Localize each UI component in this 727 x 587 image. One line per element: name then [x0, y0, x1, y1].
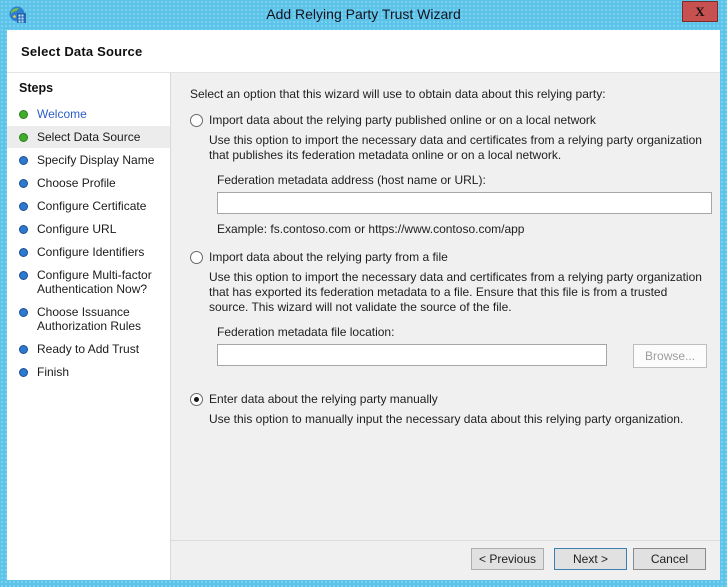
step-status-icon: [19, 308, 28, 317]
step-label: Welcome: [37, 107, 87, 121]
wizard-footer: < Previous Next > Cancel: [171, 540, 720, 580]
radio-label: Import data about the relying party publ…: [209, 113, 596, 127]
option-description: Use this option to import the necessary …: [209, 133, 702, 162]
radio-button[interactable]: [190, 114, 203, 127]
dialog-header: Select Data Source: [7, 30, 720, 73]
step-label: Choose Issuance Authorization Rules: [37, 305, 142, 333]
radio-option-import-online[interactable]: Import data about the relying party publ…: [190, 113, 707, 127]
radio-option-import-file[interactable]: Import data about the relying party from…: [190, 250, 707, 264]
wizard-window: Add Relying Party Trust Wizard X Select …: [0, 0, 727, 587]
metadata-address-group: Federation metadata address (host name o…: [217, 173, 712, 236]
step-status-icon: [19, 179, 28, 188]
metadata-address-example: Example: fs.contoso.com or https://www.c…: [217, 222, 525, 236]
metadata-address-input[interactable]: [217, 192, 712, 214]
step-item-configure-mfa: Configure Multi-factor Authentication No…: [7, 264, 170, 300]
metadata-file-group: Federation metadata file location: Brows…: [217, 325, 707, 368]
cancel-button[interactable]: Cancel: [633, 547, 706, 570]
step-status-icon: [19, 133, 28, 142]
step-item-finish: Finish: [7, 361, 170, 383]
step-label: Finish: [37, 365, 70, 379]
step-label: Configure Multi-factor Authentication No…: [37, 268, 152, 296]
step-item-specify-display-name: Specify Display Name: [7, 149, 170, 171]
step-item-ready-to-add-trust: Ready to Add Trust: [7, 338, 170, 360]
radio-button[interactable]: [190, 251, 203, 264]
step-status-icon: [19, 345, 28, 354]
main-content: Select an option that this wizard will u…: [171, 73, 720, 580]
step-status-icon: [19, 202, 28, 211]
steps-sidebar: Steps Welcome Select Data Source Specify…: [7, 73, 171, 580]
step-status-icon: [19, 271, 28, 280]
radio-label: Import data about the relying party from…: [209, 250, 448, 264]
window-title: Add Relying Party Trust Wizard: [266, 6, 461, 22]
step-label: Ready to Add Trust: [37, 342, 140, 356]
titlebar[interactable]: Add Relying Party Trust Wizard X: [7, 0, 720, 30]
metadata-file-input[interactable]: [217, 344, 608, 366]
metadata-file-label: Federation metadata file location:: [217, 325, 395, 339]
metadata-address-label: Federation metadata address (host name o…: [217, 173, 486, 187]
radio-option-enter-manually[interactable]: Enter data about the relying party manua…: [190, 392, 707, 406]
close-button[interactable]: X: [682, 1, 718, 22]
step-item-choose-issuance-rules: Choose Issuance Authorization Rules: [7, 301, 170, 337]
step-item-configure-certificate: Configure Certificate: [7, 195, 170, 217]
step-item-welcome: Welcome: [7, 103, 170, 125]
step-label: Configure URL: [37, 222, 117, 236]
data-source-options: Select an option that this wizard will u…: [171, 73, 720, 540]
step-label: Select Data Source: [37, 130, 141, 144]
steps-header: Steps: [19, 81, 54, 95]
step-item-configure-identifiers: Configure Identifiers: [7, 241, 170, 263]
step-label: Choose Profile: [37, 176, 116, 190]
step-status-icon: [19, 156, 28, 165]
browse-button[interactable]: Browse...: [633, 344, 707, 368]
page-title: Select Data Source: [21, 43, 143, 59]
step-item-configure-url: Configure URL: [7, 218, 170, 240]
step-label: Configure Certificate: [37, 199, 147, 213]
wizard-dialog: Select Data Source Steps Welcome Select …: [7, 30, 720, 580]
radio-button[interactable]: [190, 393, 203, 406]
step-item-select-data-source: Select Data Source: [7, 126, 170, 148]
step-status-icon: [19, 248, 28, 257]
step-label: Specify Display Name: [37, 153, 155, 167]
next-button[interactable]: Next >: [554, 547, 627, 570]
step-status-icon: [19, 225, 28, 234]
step-status-icon: [19, 368, 28, 377]
step-label: Configure Identifiers: [37, 245, 145, 259]
option-description: Use this option to manually input the ne…: [209, 412, 684, 426]
intro-text: Select an option that this wizard will u…: [190, 87, 606, 101]
step-item-choose-profile: Choose Profile: [7, 172, 170, 194]
radio-label: Enter data about the relying party manua…: [209, 392, 438, 406]
previous-button[interactable]: < Previous: [471, 547, 544, 570]
step-status-icon: [19, 110, 28, 119]
option-description: Use this option to import the necessary …: [209, 270, 702, 314]
